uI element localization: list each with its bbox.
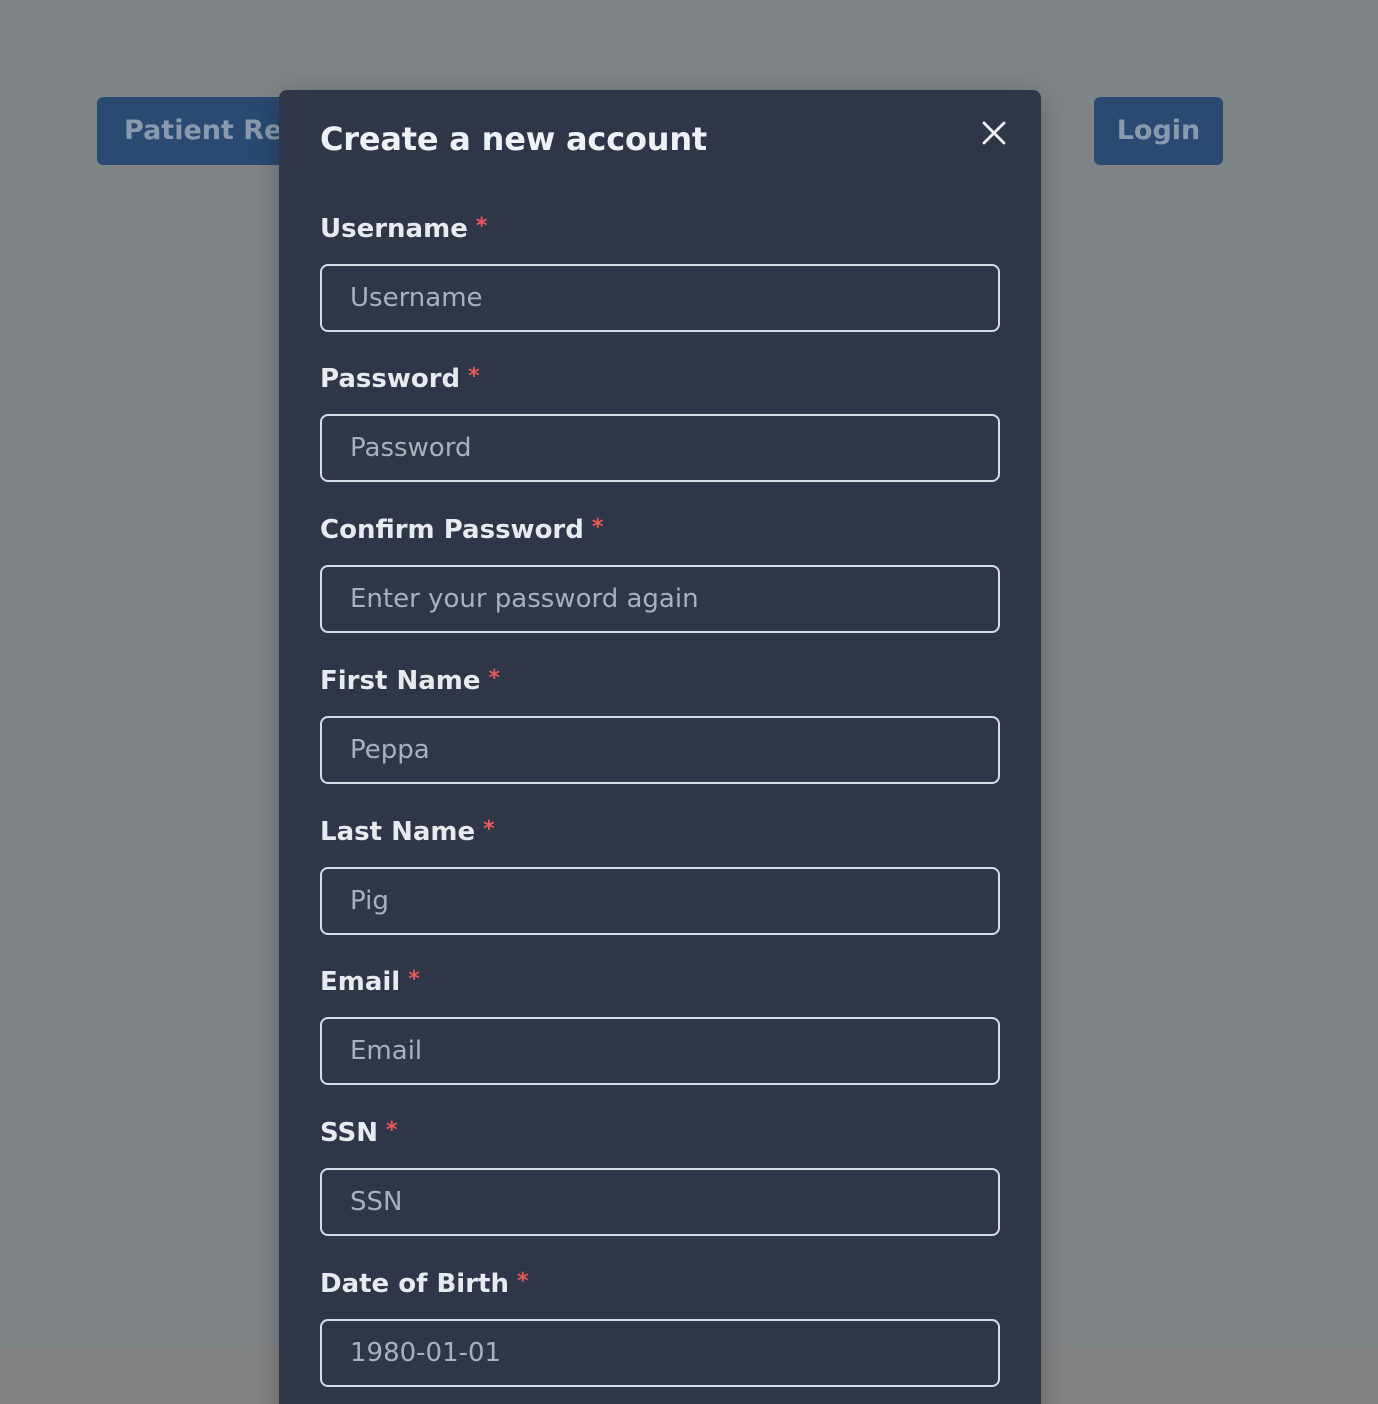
- username-field: Username *: [320, 210, 1000, 332]
- confirm-password-field: Confirm Password *: [320, 511, 1000, 633]
- ssn-label: SSN *: [320, 1114, 1000, 1152]
- last-name-label: Last Name *: [320, 813, 1000, 851]
- first-name-input[interactable]: [320, 716, 1000, 784]
- create-account-modal: Create a new account Username * Password *…: [279, 90, 1041, 1404]
- ssn-field: SSN *: [320, 1114, 1000, 1236]
- required-mark: *: [488, 666, 500, 691]
- last-name-label-text: Last Name: [320, 817, 476, 847]
- confirm-password-label-text: Confirm Password: [320, 515, 584, 545]
- close-icon: [982, 121, 1006, 145]
- email-field: Email *: [320, 963, 1000, 1085]
- required-mark: *: [468, 364, 480, 389]
- email-label: Email *: [320, 963, 1000, 1001]
- last-name-input[interactable]: [320, 867, 1000, 935]
- date-of-birth-field: Date of Birth *: [320, 1265, 1000, 1387]
- required-mark: *: [386, 1118, 398, 1143]
- password-label-text: Password: [320, 364, 461, 394]
- close-button[interactable]: [973, 112, 1015, 154]
- first-name-label-text: First Name: [320, 666, 481, 696]
- ssn-input[interactable]: [320, 1168, 1000, 1236]
- username-label-text: Username: [320, 214, 468, 244]
- username-label: Username *: [320, 210, 1000, 248]
- password-field: Password *: [320, 360, 1000, 482]
- date-of-birth-label: Date of Birth *: [320, 1265, 1000, 1303]
- patient-registration-button[interactable]: Patient Registration: [97, 97, 297, 165]
- date-of-birth-label-text: Date of Birth: [320, 1269, 509, 1299]
- required-mark: *: [408, 967, 420, 992]
- last-name-field: Last Name *: [320, 813, 1000, 935]
- confirm-password-label: Confirm Password *: [320, 511, 1000, 549]
- required-mark: *: [516, 1269, 529, 1294]
- ssn-label-text: SSN: [320, 1118, 379, 1148]
- confirm-password-input[interactable]: [320, 565, 1000, 633]
- login-button[interactable]: Login: [1094, 97, 1223, 165]
- email-input[interactable]: [320, 1017, 1000, 1085]
- first-name-field: First Name *: [320, 662, 1000, 784]
- required-mark: *: [591, 515, 604, 540]
- password-label: Password *: [320, 360, 1000, 398]
- required-mark: *: [475, 214, 488, 239]
- first-name-label: First Name *: [320, 662, 1000, 700]
- date-of-birth-input[interactable]: [320, 1319, 1000, 1387]
- email-label-text: Email: [320, 967, 401, 997]
- password-input[interactable]: [320, 414, 1000, 482]
- required-mark: *: [483, 817, 495, 842]
- modal-title: Create a new account: [320, 120, 708, 158]
- username-input[interactable]: [320, 264, 1000, 332]
